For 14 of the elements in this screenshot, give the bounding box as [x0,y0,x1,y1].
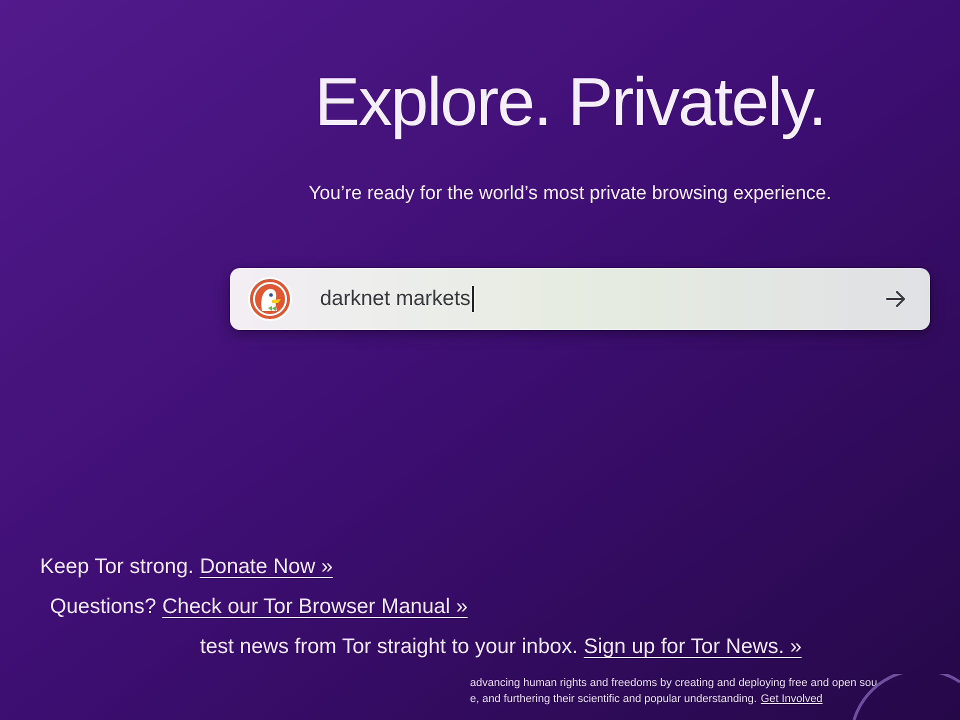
search-field[interactable]: darknet markets [320,279,850,319]
newsletter-link[interactable]: Sign up for Tor News. » [584,634,802,660]
page-subheading: You’re ready for the world’s most private browsing experience. [308,182,832,206]
promo-text: Keep Tor strong. [40,554,194,580]
promo-text: Questions? [50,594,156,620]
duck-logo-icon [248,277,292,321]
donate-link[interactable]: Donate Now » [200,554,333,580]
get-involved-link[interactable]: Get Involved [760,692,823,706]
mission-text: e, and furthering their scientific and popular understanding. [470,692,757,706]
page-heading: Explore. Privately. [314,63,826,142]
promo-text: test news from Tor straight to your inbox. [200,634,578,660]
mission-text: advancing human rights and freedoms by creating and deploying free and open sou [470,676,878,690]
manual-link[interactable]: Check our Tor Browser Manual » [162,594,468,620]
arrow-right-icon [886,291,906,307]
